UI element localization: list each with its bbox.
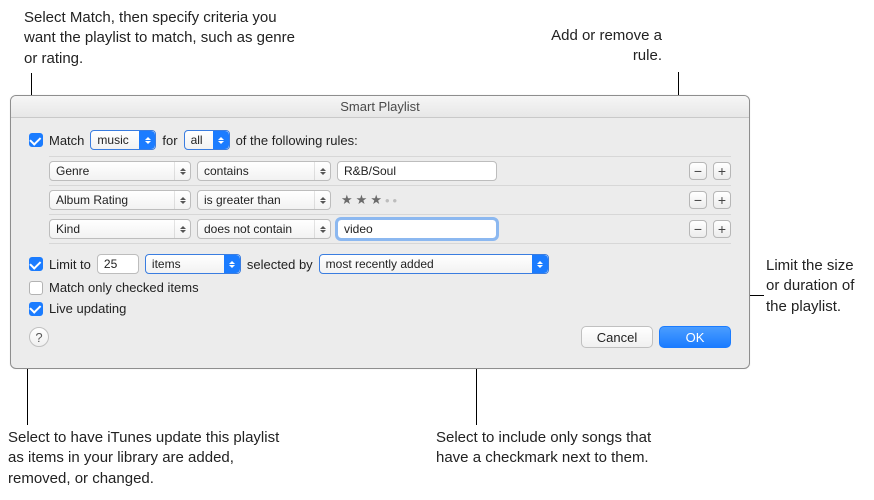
match-row: Match music for all of the following rul… <box>29 130 731 150</box>
limit-count-input[interactable]: 25 <box>97 254 139 274</box>
add-rule-button[interactable]: + <box>713 220 731 238</box>
rule-field-value: Album Rating <box>56 193 128 207</box>
annotation-limit: Limit the size or duration of the playli… <box>766 256 866 317</box>
match-checked-row: Match only checked items <box>29 280 731 295</box>
cancel-button[interactable]: Cancel <box>581 326 653 348</box>
rule-row: Genre contains R&B/Soul − + <box>49 157 731 186</box>
limit-count-value: 25 <box>104 257 117 271</box>
chevron-updown-icon <box>314 162 330 180</box>
remove-rule-button[interactable]: − <box>689 162 707 180</box>
live-updating-row: Live updating <box>29 301 731 316</box>
rule-value-text: video <box>344 222 373 236</box>
chevron-updown-icon <box>139 131 155 149</box>
add-rule-button[interactable]: + <box>713 162 731 180</box>
match-type-value: music <box>97 133 128 147</box>
rule-field-value: Kind <box>56 222 80 236</box>
rule-row: Kind does not contain video − + <box>49 215 731 244</box>
rule-star-rating[interactable]: ★ ★ ★ • • <box>337 190 497 210</box>
rule-value-input[interactable]: R&B/Soul <box>337 161 497 181</box>
chevron-updown-icon <box>213 131 229 149</box>
rule-field-select[interactable]: Album Rating <box>49 190 191 210</box>
remove-rule-button[interactable]: − <box>689 191 707 209</box>
annotation-live-update: Select to have iTunes update this playli… <box>8 428 298 489</box>
limit-unit-value: items <box>152 257 181 271</box>
rule-field-select[interactable]: Kind <box>49 219 191 239</box>
match-checked-label: Match only checked items <box>49 280 199 295</box>
star-icon: ★ <box>370 192 382 208</box>
dialog-footer: ? Cancel OK <box>29 326 731 348</box>
rule-field-select[interactable]: Genre <box>49 161 191 181</box>
match-checkbox[interactable] <box>29 133 43 147</box>
match-checked-checkbox[interactable] <box>29 281 43 295</box>
annotation-add-remove: Add or remove a rule. <box>522 26 662 67</box>
selected-by-label: selected by <box>247 257 313 272</box>
limit-checkbox[interactable] <box>29 257 43 271</box>
match-label: Match <box>49 133 84 148</box>
chevron-updown-icon <box>174 191 190 209</box>
annotation-match-criteria: Select Match, then specify criteria you … <box>24 8 304 69</box>
star-dot-icon: • <box>385 193 390 208</box>
smart-playlist-dialog: Smart Playlist Match music for all of th… <box>10 95 750 369</box>
rule-value-input[interactable]: video <box>337 219 497 239</box>
chevron-updown-icon <box>174 220 190 238</box>
rule-op-value: contains <box>204 164 249 178</box>
rule-op-value: is greater than <box>204 193 281 207</box>
limit-row: Limit to 25 items selected by most recen… <box>29 254 731 274</box>
chevron-updown-icon <box>174 162 190 180</box>
ok-button[interactable]: OK <box>659 326 731 348</box>
limit-label: Limit to <box>49 257 91 272</box>
star-icon: ★ <box>341 192 353 208</box>
rule-op-value: does not contain <box>204 222 292 236</box>
live-updating-label: Live updating <box>49 301 126 316</box>
selected-by-select[interactable]: most recently added <box>319 254 549 274</box>
chevron-updown-icon <box>224 255 240 273</box>
annotation-checked-only: Select to include only songs that have a… <box>436 428 656 469</box>
selected-by-value: most recently added <box>326 257 434 271</box>
quantifier-value: all <box>191 133 203 147</box>
chevron-updown-icon <box>314 220 330 238</box>
rule-op-select[interactable]: is greater than <box>197 190 331 210</box>
following-rules-label: of the following rules: <box>236 133 358 148</box>
rules-list: Genre contains R&B/Soul − + Album Rating <box>49 156 731 244</box>
rule-value-text: R&B/Soul <box>344 164 396 178</box>
star-icon: ★ <box>356 192 368 208</box>
chevron-updown-icon <box>532 255 548 273</box>
add-rule-button[interactable]: + <box>713 191 731 209</box>
help-button[interactable]: ? <box>29 327 49 347</box>
rule-op-select[interactable]: contains <box>197 161 331 181</box>
dialog-title: Smart Playlist <box>11 96 749 118</box>
match-type-select[interactable]: music <box>90 130 156 150</box>
rule-field-value: Genre <box>56 164 89 178</box>
quantifier-select[interactable]: all <box>184 130 230 150</box>
remove-rule-button[interactable]: − <box>689 220 707 238</box>
limit-unit-select[interactable]: items <box>145 254 241 274</box>
for-label: for <box>162 133 177 148</box>
rule-op-select[interactable]: does not contain <box>197 219 331 239</box>
live-updating-checkbox[interactable] <box>29 302 43 316</box>
chevron-updown-icon <box>314 191 330 209</box>
rule-row: Album Rating is greater than ★ ★ ★ • • −… <box>49 186 731 215</box>
star-dot-icon: • <box>393 193 398 208</box>
